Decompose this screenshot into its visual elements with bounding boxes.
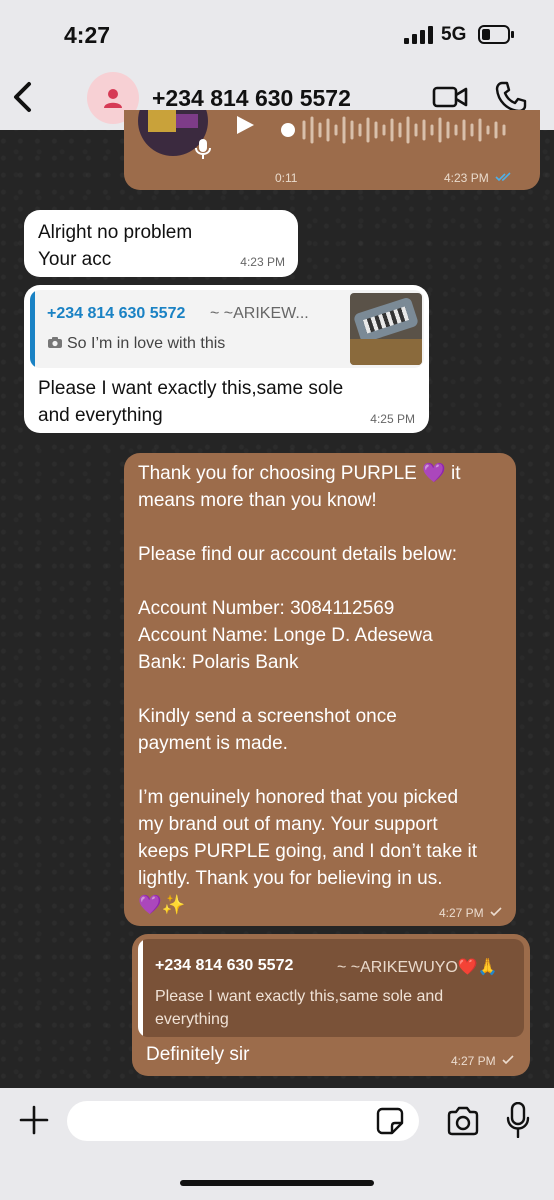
voice-note-duration: 0:11: [275, 171, 298, 185]
message-bubble-incoming[interactable]: Alright no problem Your acc 4:23 PM: [24, 210, 298, 277]
microphone-icon: [195, 139, 211, 159]
person-icon: [104, 89, 122, 108]
phone-icon[interactable]: [494, 80, 528, 114]
video-call-icon[interactable]: [432, 84, 468, 110]
message-line: Your acc: [38, 249, 112, 270]
waveform: [281, 116, 506, 144]
message-time: 4:27 PM: [450, 1054, 496, 1068]
message-line: Alright no problem: [38, 222, 193, 243]
quote-text: So I’m in love with this: [67, 335, 226, 352]
battery-icon: [478, 25, 514, 44]
quote-image-thumbnail: [350, 293, 422, 365]
sticker-icon[interactable]: [376, 1107, 404, 1135]
message-bubble-incoming-reply[interactable]: +234 814 630 5572 ~ ~ARIKEW... So I’m in…: [24, 285, 429, 433]
message-time: 4:23 PM: [240, 255, 285, 269]
voice-note-bubble[interactable]: 0:11 4:23 PM: [124, 110, 540, 190]
status-time: 4:27: [64, 22, 111, 48]
quote-text: Please I want exactly this,same sole and…: [155, 988, 444, 1028]
message-time: 4:25 PM: [370, 412, 415, 426]
quote-author: +234 814 630 5572: [155, 957, 294, 974]
play-icon[interactable]: [234, 114, 256, 136]
message-bubble-outgoing-reply[interactable]: +234 814 630 5572 ~ ~ARIKEWUYO❤️🙏 Please…: [132, 934, 530, 1076]
quoted-message[interactable]: +234 814 630 5572 ~ ~ARIKEW... So I’m in…: [30, 290, 424, 368]
quote-author: +234 814 630 5572: [47, 305, 186, 322]
message-line: and everything: [38, 405, 163, 426]
network-label: 5G: [441, 24, 467, 45]
contact-name[interactable]: +234 814 630 5572: [152, 85, 351, 112]
mic-icon[interactable]: [506, 1102, 530, 1138]
home-indicator[interactable]: [180, 1180, 374, 1186]
sent-tick-icon: [490, 907, 502, 917]
camera-icon[interactable]: [446, 1106, 480, 1136]
sent-tick-icon: [502, 1055, 514, 1065]
quote-author-sub: ~ ~ARIKEW...: [210, 305, 309, 322]
message-time-row: 4:27 PM: [451, 1054, 514, 1068]
quote-bar: [30, 290, 35, 368]
plus-icon[interactable]: [18, 1104, 50, 1136]
back-chevron-icon[interactable]: [10, 80, 36, 114]
message-time: 4:27 PM: [438, 906, 484, 920]
quoted-message[interactable]: +234 814 630 5572 ~ ~ARIKEWUYO❤️🙏 Please…: [138, 939, 524, 1037]
message-bubble-outgoing[interactable]: Thank you for choosing PURPLE 💜 it means…: [124, 453, 516, 926]
signal-icon: [404, 26, 433, 44]
message-line: Please I want exactly this,same sole: [38, 378, 344, 399]
camera-small-icon: [48, 337, 62, 348]
quote-author-sub: ~ ~ARIKEWUYO❤️🙏: [337, 959, 498, 976]
message-input[interactable]: [67, 1101, 419, 1141]
message-time-row: 4:27 PM: [439, 906, 502, 920]
voice-note-time: 4:23 PM: [444, 171, 513, 185]
message-text: Thank you for choosing PURPLE 💜 it means…: [138, 463, 478, 916]
quote-bar: [138, 939, 143, 1037]
message-text: Definitely sir: [146, 1044, 250, 1065]
read-ticks-icon: [495, 172, 511, 182]
quote-text-row: So I’m in love with this: [47, 335, 225, 353]
